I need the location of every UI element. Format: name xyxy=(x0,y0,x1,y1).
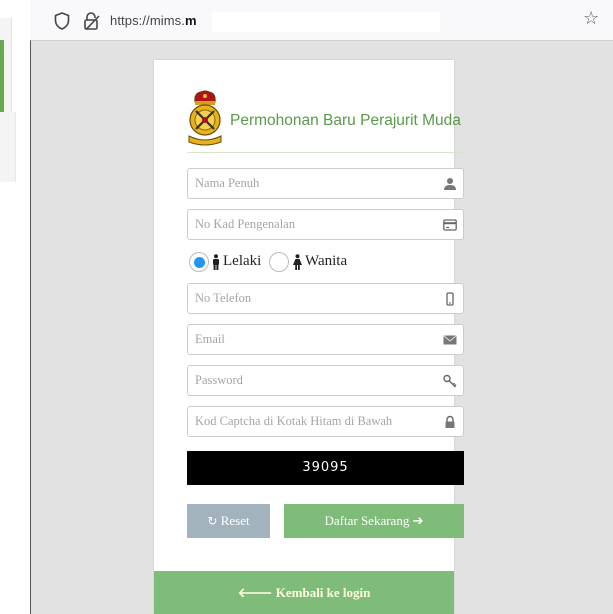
title-divider xyxy=(187,152,465,153)
register-button-label: Daftar Sekarang xyxy=(324,513,410,528)
captcha-field xyxy=(187,406,464,437)
side-panel-tab-lower[interactable] xyxy=(0,112,16,182)
female-icon xyxy=(293,254,302,270)
url-redaction xyxy=(212,12,440,32)
browser-toolbar: https://mims.m ☆ xyxy=(30,0,613,40)
lock-icon xyxy=(445,415,455,428)
gender-label-lelaki: Lelaki xyxy=(223,253,262,269)
back-to-login-label: Kembali ke login xyxy=(275,585,371,600)
refresh-icon: ↻ xyxy=(207,514,218,528)
full-name-input[interactable] xyxy=(188,169,463,198)
registration-card: Permohonan Baru Perajurit Muda Lelaki xyxy=(154,60,465,614)
form-title: Permohonan Baru Perajurit Muda xyxy=(230,112,461,129)
address-bar[interactable]: https://mims.m xyxy=(44,10,440,32)
reset-button-label: Reset xyxy=(220,513,250,528)
password-input[interactable] xyxy=(188,366,463,395)
envelope-icon xyxy=(443,335,457,345)
ic-number-field xyxy=(187,209,464,240)
gender-radio-wanita[interactable] xyxy=(269,252,289,272)
id-card-icon xyxy=(443,219,457,231)
male-icon xyxy=(213,254,219,270)
reset-button[interactable]: ↻ Reset xyxy=(187,504,270,538)
mobile-phone-icon xyxy=(446,292,454,306)
captcha-image: 39095 xyxy=(187,451,464,485)
url-text[interactable]: https://mims.m xyxy=(110,13,197,28)
side-panel xyxy=(0,0,30,614)
register-now-button[interactable]: Daftar Sekarang ➔ xyxy=(284,504,464,538)
url-domain: m xyxy=(184,13,197,28)
email-field xyxy=(187,324,464,355)
arrow-left-icon: 🡐 xyxy=(237,586,273,601)
lock-insecure-icon[interactable] xyxy=(82,11,102,31)
url-prefix: https://mims. xyxy=(110,13,185,28)
gender-label-wanita: Wanita xyxy=(305,253,348,269)
email-input[interactable] xyxy=(188,325,463,354)
full-name-field xyxy=(187,168,464,199)
arrow-right-icon: ➔ xyxy=(412,514,424,529)
gender-radio-group: Lelaki Wanita xyxy=(187,250,447,274)
phone-field xyxy=(187,283,464,314)
password-field xyxy=(187,365,464,396)
captcha-input[interactable] xyxy=(188,407,463,436)
army-crest-logo xyxy=(188,90,222,146)
gender-radio-lelaki[interactable] xyxy=(189,252,209,272)
user-icon xyxy=(444,178,456,190)
bookmark-star-icon[interactable]: ☆ xyxy=(583,8,599,29)
ic-number-input[interactable] xyxy=(188,210,463,239)
shield-icon[interactable] xyxy=(54,12,70,30)
back-to-login-link[interactable]: 🡐 Kembali ke login xyxy=(154,571,454,614)
key-icon xyxy=(443,374,457,388)
active-tab-indicator xyxy=(0,40,4,112)
phone-input[interactable] xyxy=(188,284,463,313)
